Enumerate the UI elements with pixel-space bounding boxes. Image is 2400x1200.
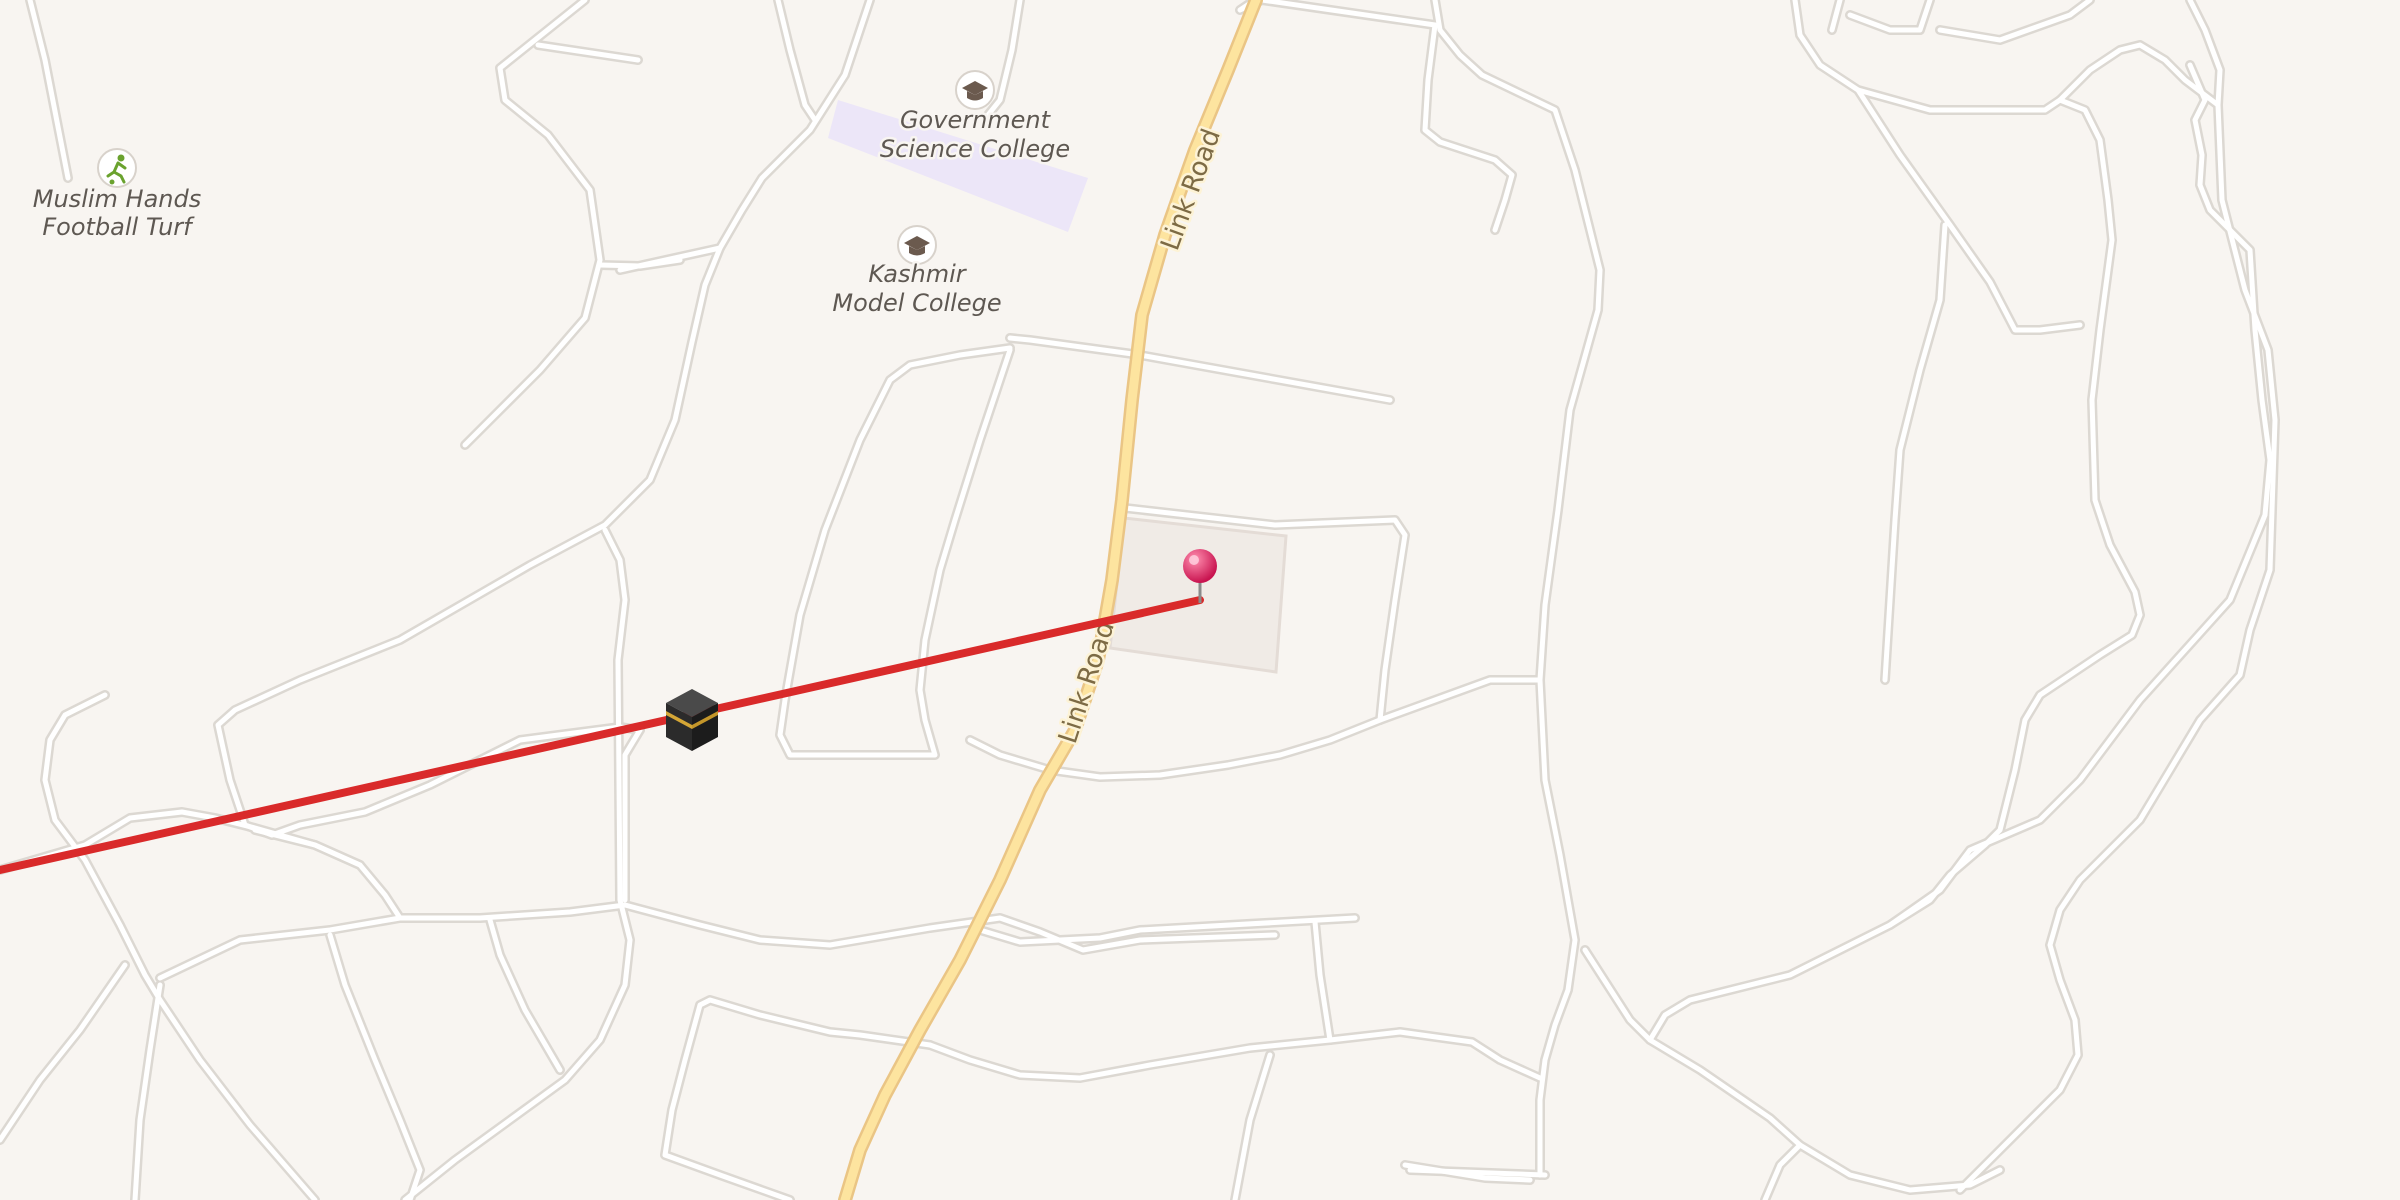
poi-football-turf[interactable]: Muslim Hands Football Turf (30, 148, 204, 244)
graduation-cap-icon (897, 225, 937, 265)
kaaba-icon[interactable] (666, 689, 718, 751)
poi-label-football-turf-line2: Football Turf (42, 213, 195, 241)
poi-label-government-science-college-line2: Science College (880, 135, 1070, 163)
poi-label-government-science-college: Government (900, 106, 1052, 134)
poi-government-science-college[interactable]: Government Science College (877, 70, 1073, 166)
building-area (1108, 516, 1288, 674)
poi-label-kashmir-model-college: Kashmir (868, 260, 967, 288)
road-label-link-road-north: Link Road (1155, 125, 1227, 254)
graduation-cap-icon (955, 70, 995, 110)
poi-label-football-turf: Muslim Hands (33, 185, 201, 213)
map-canvas[interactable]: Link Road Link Road Muslim Hands Footbal… (0, 0, 2400, 1200)
football-player-icon (97, 148, 137, 188)
poi-label-kashmir-model-college-line2: Model College (832, 289, 1001, 317)
road-label-link-road-south: Link Road (1053, 617, 1121, 747)
poi-kashmir-model-college[interactable]: Kashmir Model College (830, 225, 1004, 320)
